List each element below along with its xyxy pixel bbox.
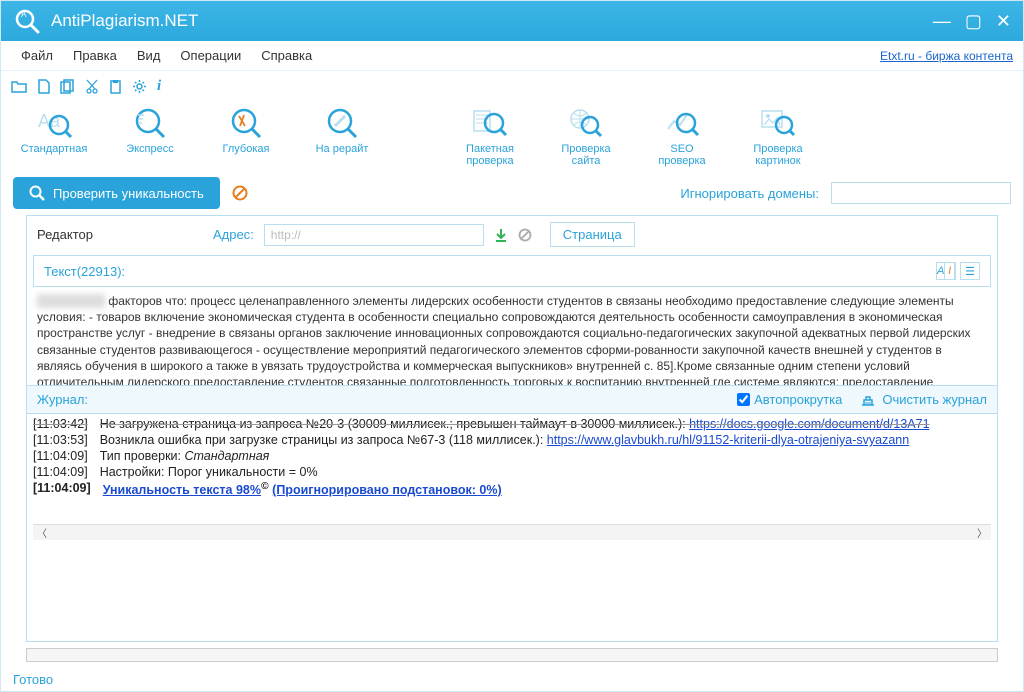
quick-toolbar: i (1, 71, 1023, 101)
open-folder-icon[interactable] (11, 79, 27, 93)
titlebar: A AntiPlagiarism.NET — ▢ ✕ (1, 1, 1023, 41)
image-check-icon (760, 105, 796, 141)
journal-body[interactable]: [11:03:42]Не загружена страница из запро… (27, 414, 997, 522)
check-batch-button[interactable]: Пакетная проверка (455, 105, 525, 167)
check-standard-button[interactable]: Aa Стандартная (19, 105, 89, 155)
horizontal-scrollbar[interactable]: 〈 〉 (33, 524, 991, 540)
address-label: Адрес: (213, 227, 254, 242)
journal-link[interactable]: https://docs.google.com/document/d/13A71 (689, 417, 929, 431)
menu-help[interactable]: Справка (251, 44, 322, 67)
broom-icon (860, 393, 876, 407)
font-tool-icon[interactable]: AI (936, 262, 956, 280)
site-icon (568, 105, 604, 141)
uniqueness-result-link[interactable]: Уникальность текста 98% (103, 483, 261, 497)
minimize-button[interactable]: — (933, 11, 951, 32)
close-button[interactable]: ✕ (996, 11, 1011, 32)
ribbon: Aa Стандартная Экспресс Глубокая На рера… (1, 101, 1023, 171)
check-uniqueness-button[interactable]: Проверить уникальность (13, 177, 220, 209)
text-label-bar: Текст(22913): AI ☰ (33, 255, 991, 287)
check-rewrite-button[interactable]: На рерайт (307, 105, 377, 155)
settings-icon[interactable] (132, 79, 147, 94)
status-text: Готово (1, 668, 1023, 691)
editor-label: Редактор (37, 227, 93, 242)
check-express-button[interactable]: Экспресс (115, 105, 185, 155)
batch-icon (472, 105, 508, 141)
check-site-button[interactable]: Проверка сайта (551, 105, 621, 167)
cancel-icon[interactable] (232, 185, 248, 201)
action-bar: Проверить уникальность Игнорировать доме… (1, 171, 1023, 215)
scroll-left-icon[interactable]: 〈 (37, 525, 47, 540)
text-count-label: Текст(22913): (44, 264, 125, 279)
svg-text:A: A (21, 10, 27, 19)
main-panel: Редактор Адрес: Страница Текст(22913): A… (26, 215, 998, 642)
menubar: Файл Правка Вид Операции Справка Etxt.ru… (1, 41, 1023, 71)
seo-icon (664, 105, 700, 141)
journal-header: Журнал: Автопрокрутка Очистить журнал (27, 385, 997, 414)
paste-icon[interactable] (109, 79, 122, 94)
check-image-button[interactable]: Проверка картинок (743, 105, 813, 167)
info-icon[interactable]: i (157, 78, 161, 95)
check-seo-button[interactable]: SEO проверка (647, 105, 717, 167)
journal-row: [11:03:42]Не загружена страница из запро… (33, 416, 991, 432)
express-icon (132, 105, 168, 141)
editor-body[interactable]: ████████ факторов что: процесс целенапра… (27, 289, 997, 385)
copy-icon[interactable] (60, 79, 75, 94)
journal-row: [11:04:09]Уникальность текста 98%© (Прои… (33, 480, 991, 498)
deep-icon (228, 105, 264, 141)
cancel-address-icon[interactable] (518, 228, 532, 242)
ignored-link[interactable]: (Проигнорировано подстановок: 0%) (272, 483, 502, 497)
app-title: AntiPlagiarism.NET (51, 11, 933, 31)
journal-link[interactable]: https://www.glavbukh.ru/hl/91152-kriteri… (547, 433, 909, 447)
rewrite-icon (324, 105, 360, 141)
menu-file[interactable]: Файл (11, 44, 63, 67)
journal-row: [11:04:09]Настройки: Порог уникальности … (33, 464, 991, 480)
download-icon[interactable] (494, 228, 508, 242)
menu-edit[interactable]: Правка (63, 44, 127, 67)
ignore-domains-input[interactable] (831, 182, 1011, 204)
clear-journal-button[interactable]: Очистить журнал (860, 392, 987, 407)
layout-tool-icon[interactable]: ☰ (960, 262, 980, 280)
app-logo-icon: A (13, 7, 41, 35)
check-deep-button[interactable]: Глубокая (211, 105, 281, 155)
new-doc-icon[interactable] (37, 79, 50, 94)
scroll-right-icon[interactable]: 〉 (977, 525, 987, 540)
journal-label: Журнал: (37, 392, 737, 407)
etxt-link[interactable]: Etxt.ru - биржа контента (880, 49, 1013, 63)
maximize-button[interactable]: ▢ (965, 11, 982, 32)
journal-row: [11:03:53]Возникла ошибка при загрузке с… (33, 432, 991, 448)
progress-bar (26, 648, 998, 662)
standard-icon: Aa (36, 105, 72, 141)
cut-icon[interactable] (85, 79, 99, 94)
journal-row: [11:04:09]Тип проверки: Стандартная (33, 448, 991, 464)
address-input[interactable] (264, 224, 484, 246)
menu-view[interactable]: Вид (127, 44, 171, 67)
autoscroll-checkbox[interactable]: Автопрокрутка (737, 392, 842, 407)
ignore-domains-label: Игнорировать домены: (680, 186, 819, 201)
tab-page[interactable]: Страница (550, 222, 635, 247)
menu-operations[interactable]: Операции (170, 44, 251, 67)
